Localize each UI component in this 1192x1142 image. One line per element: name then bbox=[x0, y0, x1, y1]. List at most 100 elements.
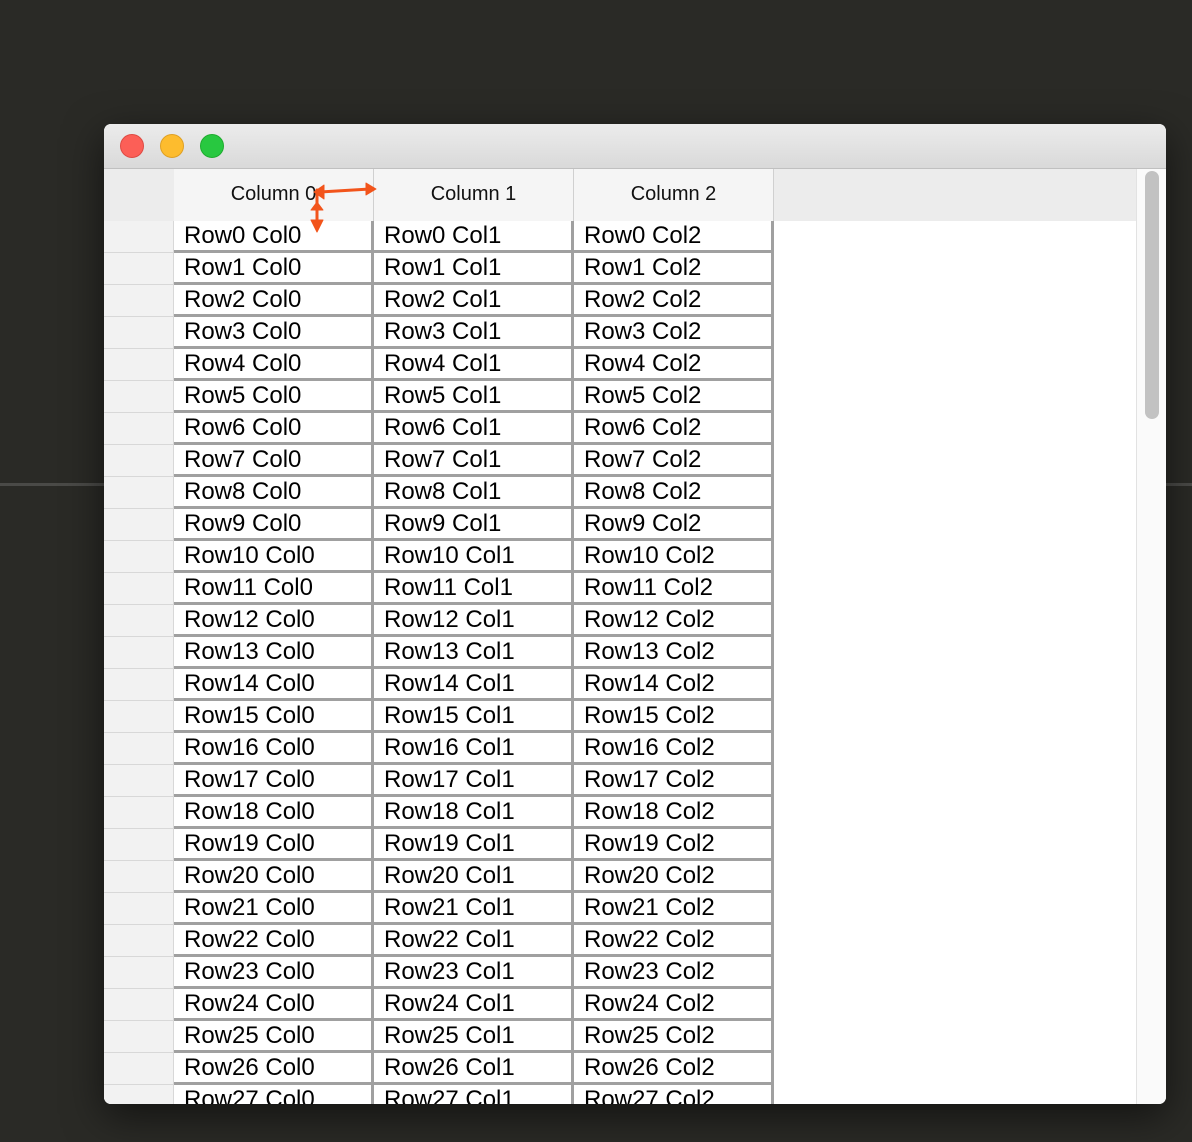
table-row[interactable]: Row9 Col0 Row9 Col1 Row9 Col2 bbox=[104, 509, 774, 541]
table-cell[interactable]: Row15 Col2 bbox=[574, 701, 774, 733]
row-header[interactable] bbox=[104, 765, 174, 797]
zoom-button[interactable] bbox=[200, 134, 224, 158]
table-cell[interactable]: Row12 Col2 bbox=[574, 605, 774, 637]
table-cell[interactable]: Row27 Col0 bbox=[174, 1085, 374, 1104]
row-header[interactable] bbox=[104, 1021, 174, 1053]
table-cell[interactable]: Row2 Col2 bbox=[574, 285, 774, 317]
table-row[interactable]: Row22 Col0 Row22 Col1 Row22 Col2 bbox=[104, 925, 774, 957]
row-header[interactable] bbox=[104, 861, 174, 893]
table-cell[interactable]: Row19 Col2 bbox=[574, 829, 774, 861]
row-header[interactable] bbox=[104, 1085, 174, 1104]
table-cell[interactable]: Row23 Col0 bbox=[174, 957, 374, 989]
table-cell[interactable]: Row22 Col0 bbox=[174, 925, 374, 957]
table-cell[interactable]: Row26 Col1 bbox=[374, 1053, 574, 1085]
table-cell[interactable]: Row2 Col0 bbox=[174, 285, 374, 317]
table-cell[interactable]: Row14 Col0 bbox=[174, 669, 374, 701]
table-row[interactable]: Row1 Col0 Row1 Col1 Row1 Col2 bbox=[104, 253, 774, 285]
table-cell[interactable]: Row27 Col1 bbox=[374, 1085, 574, 1104]
table-row[interactable]: Row7 Col0 Row7 Col1 Row7 Col2 bbox=[104, 445, 774, 477]
minimize-button[interactable] bbox=[160, 134, 184, 158]
table-cell[interactable]: Row2 Col1 bbox=[374, 285, 574, 317]
column-header-1[interactable]: Column 1 bbox=[374, 169, 574, 221]
table-cell[interactable]: Row19 Col0 bbox=[174, 829, 374, 861]
table-row[interactable]: Row8 Col0 Row8 Col1 Row8 Col2 bbox=[104, 477, 774, 509]
table-cell[interactable]: Row12 Col0 bbox=[174, 605, 374, 637]
row-header[interactable] bbox=[104, 381, 174, 413]
table-cell[interactable]: Row11 Col0 bbox=[174, 573, 374, 605]
table-cell[interactable]: Row5 Col1 bbox=[374, 381, 574, 413]
table-cell[interactable]: Row23 Col1 bbox=[374, 957, 574, 989]
table-cell[interactable]: Row8 Col2 bbox=[574, 477, 774, 509]
table-cell[interactable]: Row3 Col1 bbox=[374, 317, 574, 349]
table-cell[interactable]: Row17 Col2 bbox=[574, 765, 774, 797]
table-cell[interactable]: Row13 Col2 bbox=[574, 637, 774, 669]
table-row[interactable]: Row19 Col0 Row19 Col1 Row19 Col2 bbox=[104, 829, 774, 861]
table-cell[interactable]: Row0 Col1 bbox=[374, 221, 574, 253]
table-cell[interactable]: Row26 Col2 bbox=[574, 1053, 774, 1085]
row-header[interactable] bbox=[104, 509, 174, 541]
table-cell[interactable]: Row24 Col1 bbox=[374, 989, 574, 1021]
table-cell[interactable]: Row7 Col0 bbox=[174, 445, 374, 477]
table-cell[interactable]: Row20 Col0 bbox=[174, 861, 374, 893]
table-row[interactable]: Row23 Col0 Row23 Col1 Row23 Col2 bbox=[104, 957, 774, 989]
table-cell[interactable]: Row4 Col1 bbox=[374, 349, 574, 381]
table-row[interactable]: Row10 Col0 Row10 Col1 Row10 Col2 bbox=[104, 541, 774, 573]
table-cell[interactable]: Row27 Col2 bbox=[574, 1085, 774, 1104]
table-cell[interactable]: Row13 Col1 bbox=[374, 637, 574, 669]
title-bar[interactable] bbox=[104, 124, 1166, 169]
table-cell[interactable]: Row25 Col0 bbox=[174, 1021, 374, 1053]
row-header[interactable] bbox=[104, 957, 174, 989]
table-cell[interactable]: Row19 Col1 bbox=[374, 829, 574, 861]
scrollbar-thumb[interactable] bbox=[1145, 171, 1159, 419]
table-cell[interactable]: Row21 Col2 bbox=[574, 893, 774, 925]
table-cell[interactable]: Row22 Col1 bbox=[374, 925, 574, 957]
table-cell[interactable]: Row9 Col2 bbox=[574, 509, 774, 541]
row-header[interactable] bbox=[104, 701, 174, 733]
table-cell[interactable]: Row18 Col0 bbox=[174, 797, 374, 829]
table-cell[interactable]: Row1 Col0 bbox=[174, 253, 374, 285]
table-row[interactable]: Row16 Col0 Row16 Col1 Row16 Col2 bbox=[104, 733, 774, 765]
table-cell[interactable]: Row20 Col2 bbox=[574, 861, 774, 893]
vertical-scrollbar[interactable] bbox=[1136, 169, 1166, 1104]
table-cell[interactable]: Row6 Col1 bbox=[374, 413, 574, 445]
table-row[interactable]: Row14 Col0 Row14 Col1 Row14 Col2 bbox=[104, 669, 774, 701]
table-cell[interactable]: Row13 Col0 bbox=[174, 637, 374, 669]
row-header[interactable] bbox=[104, 1053, 174, 1085]
row-header[interactable] bbox=[104, 893, 174, 925]
close-button[interactable] bbox=[120, 134, 144, 158]
table-row[interactable]: Row11 Col0 Row11 Col1 Row11 Col2 bbox=[104, 573, 774, 605]
row-header[interactable] bbox=[104, 413, 174, 445]
table-cell[interactable]: Row24 Col0 bbox=[174, 989, 374, 1021]
table-cell[interactable]: Row22 Col2 bbox=[574, 925, 774, 957]
table-cell[interactable]: Row16 Col2 bbox=[574, 733, 774, 765]
table-cell[interactable]: Row21 Col1 bbox=[374, 893, 574, 925]
table-cell[interactable]: Row17 Col0 bbox=[174, 765, 374, 797]
table-cell[interactable]: Row15 Col0 bbox=[174, 701, 374, 733]
table-row[interactable]: Row15 Col0 Row15 Col1 Row15 Col2 bbox=[104, 701, 774, 733]
table-row[interactable]: Row21 Col0 Row21 Col1 Row21 Col2 bbox=[104, 893, 774, 925]
table-cell[interactable]: Row16 Col1 bbox=[374, 733, 574, 765]
table-cell[interactable]: Row16 Col0 bbox=[174, 733, 374, 765]
row-header[interactable] bbox=[104, 317, 174, 349]
row-header[interactable] bbox=[104, 797, 174, 829]
table-cell[interactable]: Row8 Col1 bbox=[374, 477, 574, 509]
table-row[interactable]: Row20 Col0 Row20 Col1 Row20 Col2 bbox=[104, 861, 774, 893]
table-row[interactable]: Row12 Col0 Row12 Col1 Row12 Col2 bbox=[104, 605, 774, 637]
table-cell[interactable]: Row3 Col0 bbox=[174, 317, 374, 349]
row-header[interactable] bbox=[104, 541, 174, 573]
table-cell[interactable]: Row1 Col1 bbox=[374, 253, 574, 285]
row-header[interactable] bbox=[104, 445, 174, 477]
table-cell[interactable]: Row14 Col2 bbox=[574, 669, 774, 701]
row-header[interactable] bbox=[104, 669, 174, 701]
table-cell[interactable]: Row18 Col1 bbox=[374, 797, 574, 829]
row-header[interactable] bbox=[104, 573, 174, 605]
table-row[interactable]: Row5 Col0 Row5 Col1 Row5 Col2 bbox=[104, 381, 774, 413]
table-cell[interactable]: Row10 Col0 bbox=[174, 541, 374, 573]
row-header[interactable] bbox=[104, 349, 174, 381]
table-row[interactable]: Row13 Col0 Row13 Col1 Row13 Col2 bbox=[104, 637, 774, 669]
table-cell[interactable]: Row3 Col2 bbox=[574, 317, 774, 349]
row-header[interactable] bbox=[104, 733, 174, 765]
table-cell[interactable]: Row14 Col1 bbox=[374, 669, 574, 701]
table-cell[interactable]: Row21 Col0 bbox=[174, 893, 374, 925]
table-row[interactable]: Row25 Col0 Row25 Col1 Row25 Col2 bbox=[104, 1021, 774, 1053]
